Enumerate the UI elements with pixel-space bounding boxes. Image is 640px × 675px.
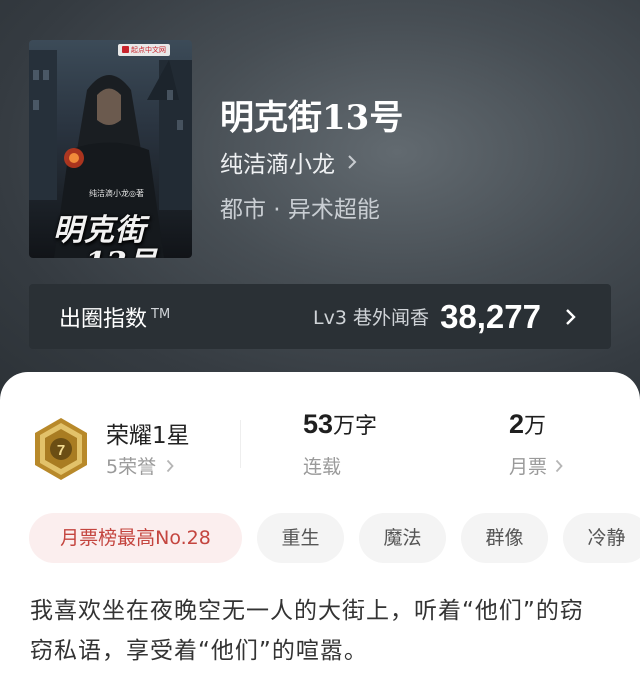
- word-count: 53万字: [303, 408, 377, 440]
- word-count-unit: 万字: [333, 414, 378, 439]
- tag-rebirth[interactable]: 重生: [257, 513, 344, 563]
- monthly-tickets-number: 2: [509, 409, 525, 439]
- chevron-right-icon: [555, 459, 563, 473]
- monthly-tickets-link[interactable]: 月票: [509, 452, 563, 479]
- honor-title: 荣耀1星: [106, 423, 190, 449]
- tag-ensemble[interactable]: 群像: [461, 513, 548, 563]
- book-detail-card: 7 荣耀1星 5荣誉 53万字 连载 2万 月票 月票榜最高No.28 重生 魔…: [0, 372, 640, 675]
- popularity-level: Lv3 巷外闻香: [313, 307, 429, 329]
- author-link[interactable]: 纯洁滴小龙: [220, 146, 357, 178]
- tag-ranking[interactable]: 月票榜最高No.28: [29, 513, 242, 563]
- book-description: 我喜欢坐在夜晚空无一人的大街上，听着“他们”的窃窃私语，享受着“他们”的喧嚣。: [30, 598, 584, 664]
- word-count-number: 53: [303, 409, 334, 439]
- honor-count: 5荣誉: [106, 456, 157, 478]
- stats-divider: [240, 420, 241, 468]
- cover-author-text: 纯洁滴小龙◎著: [89, 189, 144, 198]
- popularity-value: 38,277: [440, 297, 541, 335]
- tag-magic[interactable]: 魔法: [359, 513, 446, 563]
- chevron-right-icon: [166, 459, 174, 473]
- tag-calm[interactable]: 冷静: [563, 513, 640, 563]
- medal-icon[interactable]: 7: [32, 416, 90, 482]
- monthly-tickets-label: 月票: [509, 456, 548, 478]
- book-cover[interactable]: 起点中文网 纯洁滴小龙◎著 明克街 13号: [29, 40, 192, 258]
- honor-link[interactable]: 5荣誉: [106, 452, 174, 479]
- book-category: 都市 · 异术超能: [220, 197, 380, 223]
- cover-title-line2: 13号: [85, 238, 157, 258]
- trademark-mark: TM: [151, 306, 171, 322]
- chevron-right-icon: [565, 308, 577, 326]
- book-title: 明克街13号: [220, 98, 404, 138]
- chevron-right-icon: [347, 154, 357, 170]
- book-header: 起点中文网 纯洁滴小龙◎著 明克街 13号 明克街13号 纯洁滴小龙 都市 · …: [0, 0, 640, 400]
- serial-status: 连载: [303, 456, 342, 478]
- publisher-badge: 起点中文网: [118, 44, 170, 56]
- medal-number: 7: [57, 442, 65, 459]
- monthly-tickets-unit: 万: [524, 414, 547, 439]
- popularity-index-bar[interactable]: 出圈指数 TM Lv3 巷外闻香 38,277: [29, 284, 611, 349]
- author-name: 纯洁滴小龙: [220, 152, 335, 178]
- monthly-tickets: 2万: [509, 408, 546, 440]
- popularity-label: 出圈指数 TM: [59, 306, 171, 332]
